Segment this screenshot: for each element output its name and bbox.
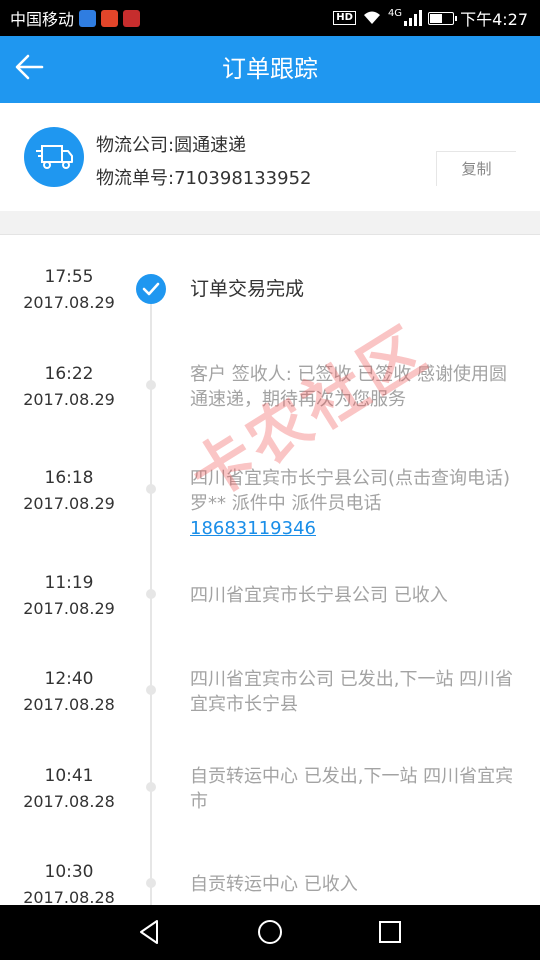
timeline-dot	[146, 589, 156, 599]
event-date: 2017.08.29	[23, 599, 115, 618]
carrier-label: 中国移动	[10, 10, 75, 29]
event-description: 自贡转运中心 已收入	[190, 874, 358, 895]
event-description: 订单交易完成	[190, 278, 305, 300]
event-date: 2017.08.28	[23, 888, 115, 905]
event-date: 2017.08.29	[23, 293, 115, 312]
triangle-back-icon	[140, 920, 158, 944]
truck-icon-badge	[24, 127, 84, 187]
app-bar: 订单跟踪	[0, 36, 540, 103]
timeline-dot	[146, 484, 156, 494]
app-notification-icon-2	[123, 9, 141, 27]
event-date: 2017.08.28	[23, 695, 115, 714]
event-description: 客户 签收人: 已签收 已签收 感谢使用圆通速递，期待再次为您服务	[190, 364, 507, 410]
status-bar: 中国移动 HD 4G 下午4:27	[0, 0, 540, 36]
tracking-number: 物流单号:710398133952	[96, 168, 312, 189]
nav-back-button[interactable]	[135, 917, 165, 947]
network-type-label: 4G	[387, 7, 403, 19]
circle-home-icon	[258, 920, 282, 944]
courier-phone-link[interactable]: 18683119346	[190, 518, 316, 539]
clock: 下午4:27	[460, 10, 528, 29]
event-time: 10:41	[44, 766, 94, 786]
event-description: 四川省宜宾市公司 已发出,下一站 四川省宜宾市长宁县	[190, 669, 514, 715]
truck-icon	[36, 145, 73, 169]
event-time: 16:18	[44, 468, 94, 488]
event-date: 2017.08.28	[23, 792, 115, 811]
copy-button[interactable]: 复制	[436, 151, 516, 186]
event-description: 四川省宜宾市长宁县公司 已收入	[190, 585, 448, 606]
timeline-dot	[146, 380, 156, 390]
section-divider	[0, 211, 540, 235]
page-title: 订单跟踪	[222, 55, 318, 83]
signal-icon	[404, 10, 423, 26]
hd-badge: HD	[333, 11, 356, 25]
check-circle-icon	[136, 274, 166, 304]
timeline-dot	[146, 782, 156, 792]
event-description-text: 四川省宜宾市长宁县公司(点击查询电话)罗** 派件中 派件员电话	[190, 468, 511, 514]
timeline-dot	[146, 685, 156, 695]
event-description: 自贡转运中心 已发出,下一站 四川省宜宾市	[190, 766, 514, 812]
battery-icon	[428, 11, 458, 25]
nav-home-button[interactable]	[255, 917, 285, 947]
event-time: 11:19	[44, 573, 94, 593]
event-time: 16:22	[44, 364, 94, 384]
square-recents-icon	[379, 921, 401, 943]
event-time: 17:55	[44, 267, 94, 287]
system-nav-bar	[0, 905, 540, 960]
baidu-app-icon	[79, 9, 97, 27]
event-description: 四川省宜宾市长宁县公司(点击查询电话)罗** 派件中 派件员电话 1868311…	[190, 466, 520, 541]
app-notification-icon	[101, 9, 119, 27]
company-name: 物流公司:圆通速递	[96, 135, 247, 156]
event-time: 10:30	[44, 862, 94, 882]
event-date: 2017.08.29	[23, 494, 115, 513]
tracking-timeline[interactable]: 17:55 2017.08.29 订单交易完成 16:22 2017.08.29…	[0, 235, 540, 905]
wifi-icon	[363, 11, 380, 24]
nav-recents-button[interactable]	[375, 917, 405, 947]
event-time: 12:40	[44, 669, 94, 689]
timeline-dot	[146, 878, 156, 888]
logistics-company-card: 物流公司:圆通速递 物流单号:710398133952 复制	[0, 103, 540, 211]
event-date: 2017.08.29	[23, 390, 115, 409]
